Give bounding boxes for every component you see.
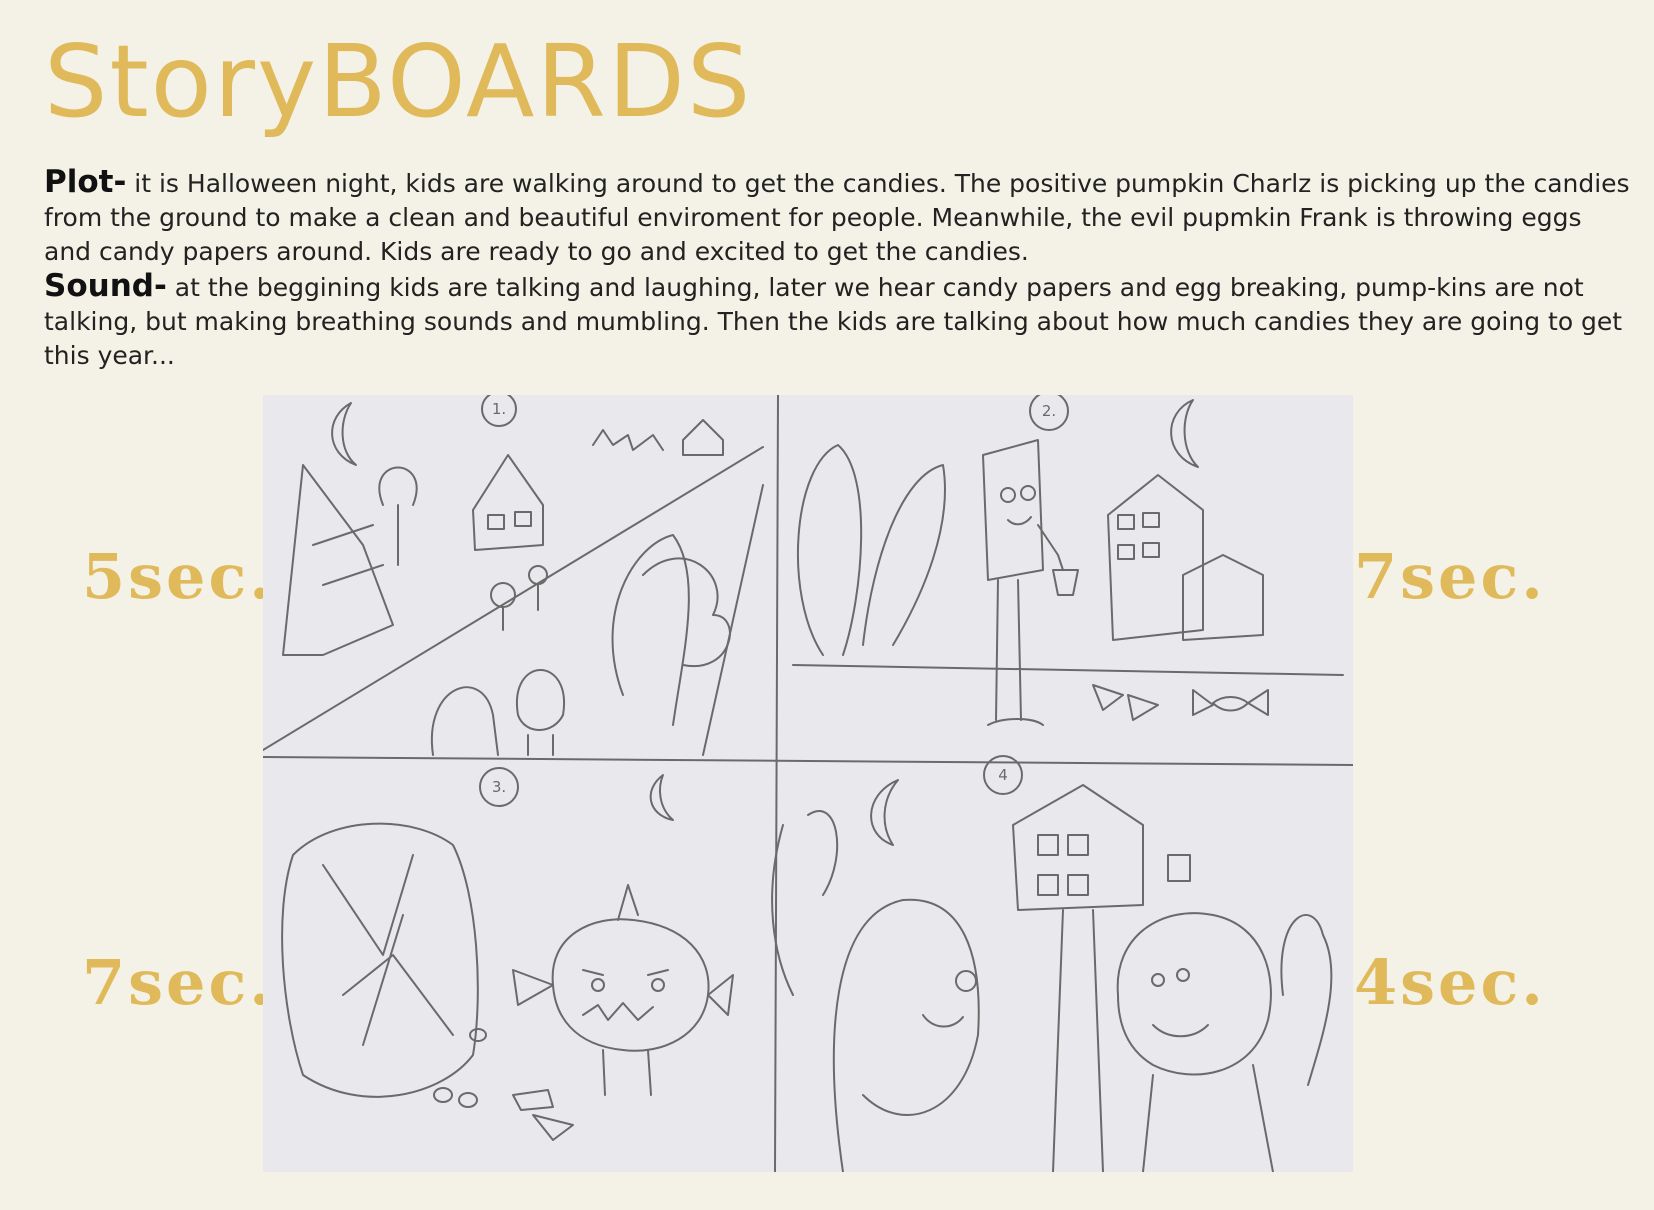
child-left-head bbox=[832, 898, 980, 1172]
panel-1-number: 1. bbox=[492, 400, 506, 418]
charlz-body bbox=[982, 439, 1044, 581]
sound-paragraph: Sound- at the beggining kids are talking… bbox=[44, 269, 1634, 373]
house-left bbox=[282, 464, 394, 656]
plot-paragraph: Plot- it is Halloween night, kids are wa… bbox=[44, 165, 1634, 269]
panel-divider-vertical bbox=[774, 395, 779, 1172]
panel-4-duration: 4sec. bbox=[1354, 946, 1546, 1019]
sound-label: Sound- bbox=[44, 268, 167, 304]
tree-left bbox=[796, 444, 863, 656]
panel-divider-horizontal bbox=[263, 756, 1353, 766]
scribble-bush bbox=[281, 822, 479, 1098]
frank-pumpkin-body bbox=[551, 918, 710, 1052]
panel-4-number: 4 bbox=[998, 766, 1008, 784]
panel-2-number: 2. bbox=[1042, 402, 1056, 420]
building-small bbox=[1182, 554, 1264, 641]
moon-icon bbox=[649, 774, 674, 821]
tree-right bbox=[611, 534, 690, 726]
description-block: Plot- it is Halloween night, kids are wa… bbox=[44, 165, 1634, 373]
frank-stem bbox=[617, 884, 639, 921]
candy-bag bbox=[1052, 569, 1079, 596]
frank-legs bbox=[602, 1049, 652, 1096]
panel-2-sketch bbox=[792, 395, 1344, 726]
frank-mouth bbox=[582, 1002, 654, 1021]
panel-3-sketch bbox=[281, 767, 734, 1141]
egg-icon bbox=[469, 1028, 487, 1042]
building-post bbox=[1052, 909, 1104, 1172]
candy-right bbox=[1192, 689, 1269, 716]
page-title: StoryBOARDS bbox=[44, 23, 753, 140]
plot-label: Plot- bbox=[44, 164, 127, 200]
child-head-right bbox=[515, 669, 566, 731]
panel-4-sketch bbox=[771, 755, 1333, 1172]
charlz-small bbox=[1167, 854, 1191, 882]
panel-1-sketch bbox=[263, 395, 764, 756]
house-center bbox=[472, 454, 544, 551]
panel-3-duration: 7sec. bbox=[82, 946, 274, 1019]
storyboard-drawing: 1. 2. 3. 4 bbox=[263, 395, 1353, 1172]
storyboard-sketch: 1. 2. 3. 4 bbox=[263, 395, 1353, 1172]
moon-icon bbox=[870, 779, 899, 846]
candy-paper bbox=[512, 1089, 554, 1111]
ground-line bbox=[792, 664, 1344, 676]
road-edge-right bbox=[702, 484, 764, 756]
treeline bbox=[592, 429, 664, 451]
panel-1-duration: 5sec. bbox=[82, 540, 274, 613]
charlz-legs bbox=[995, 579, 1022, 721]
panel-2-duration: 7sec. bbox=[1354, 540, 1546, 613]
plot-text: it is Halloween night, kids are walking … bbox=[44, 169, 1630, 266]
moon-icon bbox=[1170, 399, 1199, 468]
house-background bbox=[1012, 784, 1144, 911]
candy-left bbox=[1092, 684, 1159, 721]
moon-icon bbox=[331, 402, 357, 466]
child-head-left bbox=[430, 686, 499, 756]
sound-text: at the beggining kids are talking and la… bbox=[44, 273, 1623, 370]
tree-left bbox=[378, 466, 418, 566]
panel-3-number: 3. bbox=[492, 778, 506, 796]
child-right-head bbox=[1116, 912, 1272, 1076]
frank-arm-right bbox=[707, 974, 734, 1016]
frank-arm-left bbox=[512, 969, 554, 1006]
